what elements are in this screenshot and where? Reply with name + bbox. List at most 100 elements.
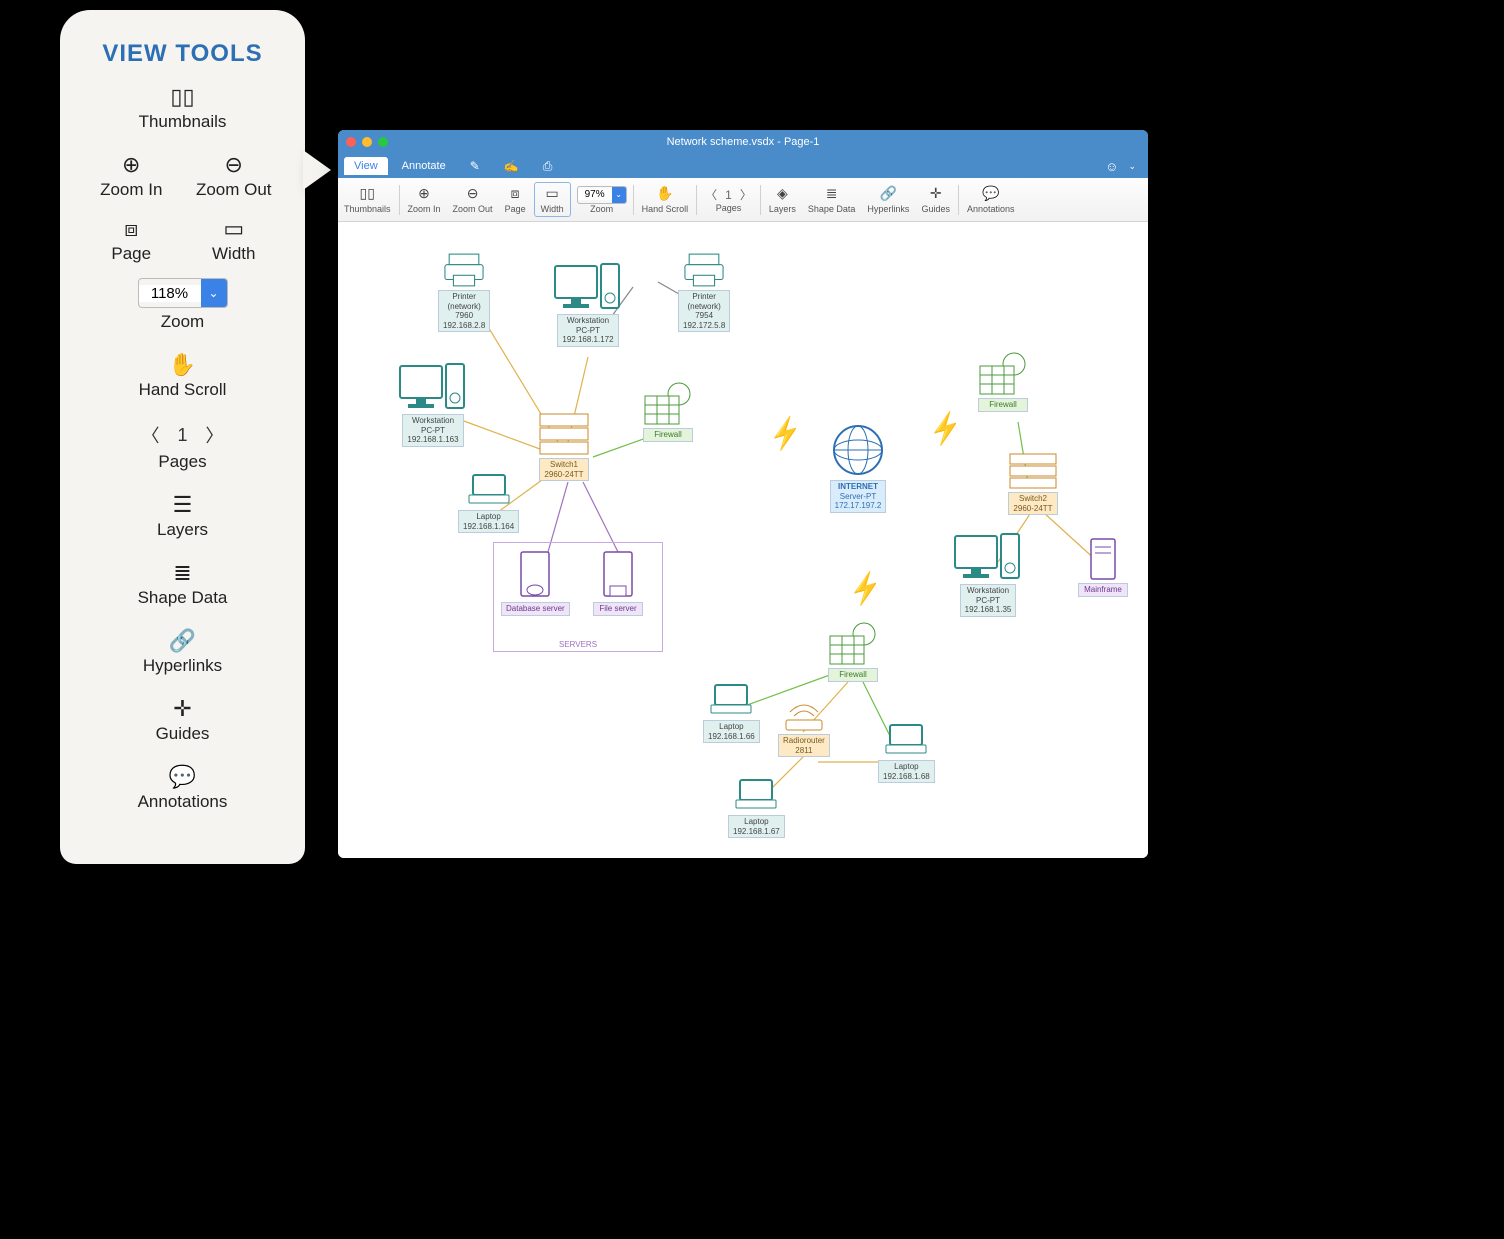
zoom-label: Zoom — [80, 312, 285, 332]
node-workstation-right[interactable]: WorkstationPC-PT192.168.1.35 — [948, 532, 1028, 617]
tb-zoom-out[interactable]: ⊖Zoom Out — [447, 178, 499, 221]
next-page-icon[interactable]: 〉 — [206, 422, 224, 448]
zoom-out-icon: ⊖ — [467, 185, 479, 202]
zoom-out-icon: ⊖ — [225, 154, 243, 176]
switch-icon — [538, 412, 590, 456]
tb-layers[interactable]: ◈Layers — [763, 178, 802, 221]
next-page-icon[interactable]: 〉 — [740, 186, 752, 203]
tb-annotations[interactable]: 💬Annotations — [961, 178, 1021, 221]
switch-icon — [1008, 452, 1058, 490]
tb-shape-data[interactable]: ≣Shape Data — [802, 178, 862, 221]
tb-zoom-dropdown-icon[interactable]: ⌄ — [612, 187, 626, 203]
laptop-icon — [709, 682, 753, 718]
shape-data-icon: ≣ — [173, 562, 191, 584]
feedback-dropdown-icon[interactable]: ⌄ — [1122, 161, 1142, 172]
node-switch-1[interactable]: Switch12960-24TT — [538, 412, 590, 481]
hand-scroll-label[interactable]: Hand Scroll — [80, 380, 285, 400]
firewall-icon — [978, 352, 1028, 396]
app-window: Network scheme.vsdx - Page-1 View Annota… — [338, 130, 1148, 858]
tb-zoom-in[interactable]: ⊕Zoom In — [402, 178, 447, 221]
tb-zoom-field[interactable] — [578, 189, 612, 200]
print-icon[interactable]: ⎙ — [533, 156, 563, 177]
tb-pages[interactable]: 〈1〉 Pages — [699, 186, 758, 213]
laptop-icon — [884, 722, 928, 758]
node-internet[interactable]: INTERNETServer-PT172.17.197.2 — [828, 422, 888, 513]
guides-label[interactable]: Guides — [80, 724, 285, 744]
firewall-icon — [643, 382, 693, 426]
node-mainframe[interactable]: Mainframe — [1078, 537, 1128, 597]
hyperlinks-icon: 🔗 — [169, 630, 196, 652]
layers-label[interactable]: Layers — [80, 520, 285, 540]
shape-data-label[interactable]: Shape Data — [80, 588, 285, 608]
lightning-icon: ⚡ — [924, 408, 966, 449]
node-firewall-2[interactable]: Firewall — [978, 352, 1028, 412]
tb-zoom[interactable]: ⌄ Zoom — [573, 186, 631, 214]
zoom-dropdown-icon[interactable]: ⌄ — [201, 279, 227, 307]
node-laptop-4[interactable]: Laptop192.168.1.68 — [878, 722, 935, 783]
node-firewall-3[interactable]: Firewall — [828, 622, 878, 682]
workstation-icon — [953, 532, 1023, 582]
width-label[interactable]: Width — [183, 244, 286, 264]
node-switch-2[interactable]: Switch22960-24TT — [1008, 452, 1058, 515]
callout-title: VIEW TOOLS — [80, 40, 285, 68]
node-workstation-left[interactable]: WorkstationPC-PT192.168.1.163 — [393, 362, 473, 447]
tb-width[interactable]: ▭Width — [534, 182, 571, 217]
laptop-icon — [467, 472, 511, 508]
workstation-icon — [398, 362, 468, 412]
zoom-in-icon: ⊕ — [122, 154, 140, 176]
node-database-server[interactable]: Database server — [501, 550, 570, 616]
hand-icon: ✋ — [656, 185, 673, 202]
workstation-icon — [553, 262, 623, 312]
hyperlinks-label[interactable]: Hyperlinks — [80, 656, 285, 676]
node-printer-2[interactable]: Printer(network)7954192.172.5.8 — [678, 252, 730, 332]
globe-icon — [828, 422, 888, 478]
tab-annotate[interactable]: Annotate — [392, 157, 456, 175]
pen-icon[interactable]: ✎ — [460, 156, 490, 176]
view-tools-callout: VIEW TOOLS ▯▯ Thumbnails ⊕ Zoom In ⊖ Zoo… — [60, 10, 305, 864]
node-file-server[interactable]: File server — [593, 550, 643, 616]
shape-data-icon: ≣ — [826, 185, 838, 202]
zoom-out-label[interactable]: Zoom Out — [183, 180, 286, 200]
printer-icon — [682, 252, 726, 288]
signature-icon[interactable]: ✍ — [494, 156, 529, 176]
guides-icon: ✛ — [173, 698, 191, 720]
node-laptop-3[interactable]: Laptop192.168.1.67 — [728, 777, 785, 838]
printer-icon — [442, 252, 486, 288]
server-icon — [515, 550, 555, 600]
node-laptop-1[interactable]: Laptop192.168.1.164 — [458, 472, 519, 533]
titlebar: Network scheme.vsdx - Page-1 — [338, 130, 1148, 154]
page-label[interactable]: Page — [80, 244, 183, 264]
pages-label: Pages — [80, 452, 285, 472]
zoom-input[interactable]: ⌄ — [138, 278, 228, 308]
lightning-icon: ⚡ — [764, 413, 806, 454]
page-icon: ⧈ — [511, 185, 520, 202]
width-icon: ▭ — [223, 218, 244, 240]
node-workstation-top[interactable]: WorkstationPC-PT192.168.1.172 — [548, 262, 628, 347]
laptop-icon — [734, 777, 778, 813]
tb-page[interactable]: ⧈Page — [499, 178, 532, 221]
tb-guides[interactable]: ✛Guides — [915, 178, 956, 221]
diagram-canvas[interactable]: ⚡ ⚡ ⚡ SERVERS Printer(network)7960192.16… — [338, 222, 1148, 858]
menubar: View Annotate ✎ ✍ ⎙ ☺ ⌄ — [338, 154, 1148, 178]
feedback-icon[interactable]: ☺ — [1105, 159, 1118, 174]
tb-hand-scroll[interactable]: ✋Hand Scroll — [636, 178, 695, 221]
zoom-in-label[interactable]: Zoom In — [80, 180, 183, 200]
annotations-label[interactable]: Annotations — [80, 792, 285, 812]
zoom-value-field[interactable] — [139, 285, 201, 302]
guides-icon: ✛ — [930, 185, 942, 202]
tb-hyperlinks[interactable]: 🔗Hyperlinks — [861, 178, 915, 221]
node-firewall-1[interactable]: Firewall — [643, 382, 693, 442]
annotations-icon: 💬 — [982, 185, 999, 202]
node-printer-1[interactable]: Printer(network)7960192.168.2.8 — [438, 252, 490, 332]
thumbnails-icon: ▯▯ — [360, 185, 375, 202]
tb-thumbnails[interactable]: ▯▯Thumbnails — [338, 178, 397, 221]
toolbar: ▯▯Thumbnails ⊕Zoom In ⊖Zoom Out ⧈Page ▭W… — [338, 178, 1148, 222]
prev-page-icon[interactable]: 〈 — [141, 422, 159, 448]
prev-page-icon[interactable]: 〈 — [705, 186, 717, 203]
width-icon: ▭ — [545, 185, 558, 202]
node-laptop-2[interactable]: Laptop192.168.1.66 — [703, 682, 760, 743]
node-radiorouter[interactable]: Radiorouter2811 — [778, 702, 830, 757]
router-icon — [782, 702, 826, 732]
tab-view[interactable]: View — [344, 157, 388, 175]
thumbnails-label[interactable]: Thumbnails — [80, 112, 285, 132]
